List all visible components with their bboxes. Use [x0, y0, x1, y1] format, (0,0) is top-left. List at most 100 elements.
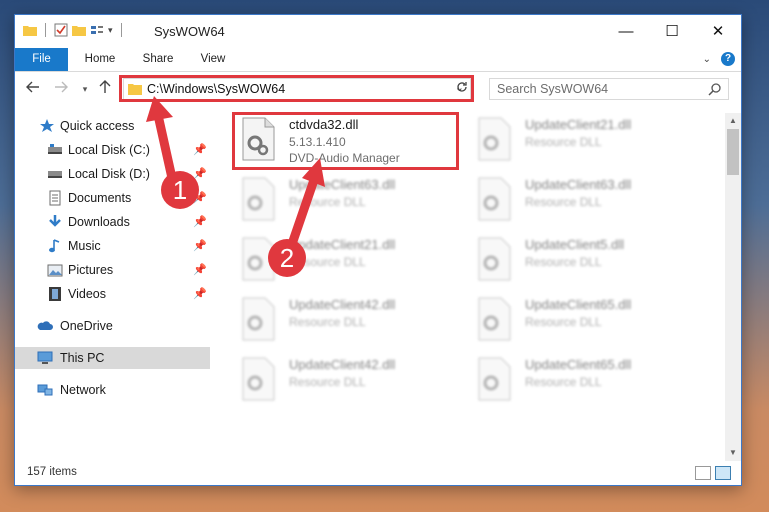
minimize-button[interactable]: —	[603, 15, 649, 47]
pin-icon[interactable]: 📌	[193, 143, 207, 156]
vertical-scrollbar[interactable]: ▲ ▼	[725, 113, 741, 461]
file-description: Resource DLL	[525, 135, 602, 149]
pin-icon[interactable]: 📌	[193, 287, 207, 300]
scroll-down-icon[interactable]: ▼	[725, 445, 741, 461]
up-button[interactable]	[95, 79, 115, 99]
file-name: UpdateClient63.dll	[289, 177, 396, 192]
file-item[interactable]: UpdateClient63.dll Resource DLL	[237, 175, 467, 227]
file-item[interactable]: UpdateClient65.dll Resource DLL	[473, 295, 703, 347]
new-folder-icon[interactable]	[72, 23, 86, 37]
file-name: UpdateClient42.dll	[289, 357, 396, 372]
ribbon-controls: ⌄ ?	[703, 52, 735, 66]
pin-icon[interactable]: 📌	[193, 215, 207, 228]
search-input[interactable]: Search SysWOW64	[489, 78, 729, 100]
file-item[interactable]: UpdateClient63.dll Resource DLL	[473, 175, 703, 227]
sidebar-item-local-disk-c[interactable]: Local Disk (C:) 📌	[15, 139, 210, 161]
sidebar-item-this-pc[interactable]: This PC	[15, 347, 210, 369]
scroll-up-icon[interactable]: ▲	[725, 113, 741, 129]
sidebar-item-label: OneDrive	[60, 319, 113, 333]
file-item[interactable]: UpdateClient21.dll Resource DLL	[473, 115, 703, 167]
tab-file[interactable]: File	[15, 48, 68, 71]
documents-icon	[49, 190, 61, 206]
large-icons-view-icon[interactable]	[715, 466, 731, 480]
sidebar-item-label: This PC	[60, 351, 105, 365]
navigation-pane: Quick access Local Disk (C:) 📌 Local Dis…	[15, 113, 210, 463]
dll-file-icon	[242, 297, 275, 341]
dll-file-icon	[242, 237, 275, 281]
file-name: UpdateClient42.dll	[289, 297, 396, 312]
file-name: UpdateClient5.dll	[525, 237, 625, 252]
file-item[interactable]: UpdateClient5.dll Resource DLL	[473, 235, 703, 287]
scroll-thumb[interactable]	[727, 129, 739, 175]
view-switcher	[695, 466, 731, 480]
file-item[interactable]: UpdateClient21.dll Resource DLL	[237, 235, 467, 287]
sidebar-item-pictures[interactable]: Pictures 📌	[15, 259, 210, 281]
address-path[interactable]: C:\Windows\SysWOW64	[147, 82, 285, 96]
sidebar-item-music[interactable]: Music 📌	[15, 235, 210, 257]
star-icon	[40, 119, 54, 132]
address-bar[interactable]: C:\Windows\SysWOW64 ⌄	[123, 78, 471, 100]
tab-view[interactable]: View	[191, 48, 235, 71]
close-button[interactable]: ✕	[695, 15, 741, 47]
sidebar-item-label: Local Disk (C:)	[68, 143, 150, 157]
file-item[interactable]: UpdateClient65.dll Resource DLL	[473, 355, 703, 407]
status-bar: 157 items	[15, 461, 741, 485]
sidebar-item-onedrive[interactable]: OneDrive	[15, 315, 210, 337]
sidebar-item-videos[interactable]: Videos 📌	[15, 283, 210, 305]
file-description: Resource DLL	[289, 315, 366, 329]
file-name: UpdateClient21.dll	[289, 237, 396, 252]
cloud-icon	[37, 321, 53, 330]
pin-icon[interactable]: 📌	[193, 167, 207, 180]
details-view-icon[interactable]	[695, 466, 711, 480]
dll-file-icon	[478, 357, 511, 401]
file-item[interactable]: UpdateClient42.dll Resource DLL	[237, 355, 467, 407]
rename-icon[interactable]	[90, 23, 104, 37]
folder-icon	[128, 84, 142, 95]
navigation-bar: ▾ C:\Windows\SysWOW64 ⌄ Search SysWOW64	[15, 73, 741, 105]
toolbar-divider	[120, 23, 122, 37]
sidebar-item-documents[interactable]: Documents 📌	[15, 187, 210, 209]
file-item[interactable]: UpdateClient42.dll Resource DLL	[237, 295, 467, 347]
file-description: Resource DLL	[525, 315, 602, 329]
back-button[interactable]	[23, 79, 43, 99]
dll-file-icon	[242, 117, 275, 161]
pin-icon[interactable]: 📌	[193, 263, 207, 276]
item-count: 157 items	[27, 466, 77, 478]
maximize-button[interactable]: ☐	[649, 15, 695, 47]
folder-icon	[23, 26, 37, 36]
customize-toolbar-chevron-icon[interactable]: ▾	[108, 25, 113, 36]
sidebar-item-local-disk-d[interactable]: Local Disk (D:) 📌	[15, 163, 210, 185]
pin-icon[interactable]: 📌	[193, 239, 207, 252]
properties-icon[interactable]	[54, 23, 68, 37]
sidebar-item-quick-access[interactable]: Quick access	[15, 115, 210, 137]
file-item-ctdvda32[interactable]: ctdvda32.dll 5.13.1.410 DVD-Audio Manage…	[237, 115, 467, 167]
arrow-right-icon	[55, 81, 68, 93]
tab-home[interactable]: Home	[75, 48, 125, 71]
pin-icon[interactable]: 📌	[193, 191, 207, 204]
file-description: Resource DLL	[289, 375, 366, 389]
explorer-window: ▾ SysWOW64 — ☐ ✕ File Home Share View ⌄ …	[14, 14, 742, 486]
drive-icon	[48, 144, 62, 154]
recent-locations-chevron-icon[interactable]: ▾	[75, 79, 95, 99]
forward-button[interactable]	[51, 79, 71, 99]
arrow-left-icon	[26, 81, 39, 93]
file-name: ctdvda32.dll	[289, 117, 359, 132]
expand-ribbon-chevron-icon[interactable]: ⌄	[703, 54, 711, 65]
file-list: ctdvda32.dll 5.13.1.410 DVD-Audio Manage…	[211, 113, 725, 461]
sidebar-item-network[interactable]: Network	[15, 379, 210, 401]
sidebar-item-label: Local Disk (D:)	[68, 167, 150, 181]
dll-file-icon	[478, 117, 511, 161]
sidebar-item-label: Videos	[68, 287, 106, 301]
tab-share[interactable]: Share	[133, 48, 183, 71]
toolbar-divider	[45, 23, 46, 37]
refresh-button[interactable]	[452, 79, 472, 99]
dll-file-icon	[242, 357, 275, 401]
sidebar-item-label: Quick access	[60, 119, 135, 133]
help-button[interactable]: ?	[721, 52, 735, 66]
pictures-icon	[47, 264, 63, 277]
search-placeholder: Search SysWOW64	[497, 82, 609, 96]
sidebar-item-downloads[interactable]: Downloads 📌	[15, 211, 210, 233]
network-icon	[37, 384, 53, 396]
dll-file-icon	[478, 237, 511, 281]
download-icon	[49, 215, 61, 227]
